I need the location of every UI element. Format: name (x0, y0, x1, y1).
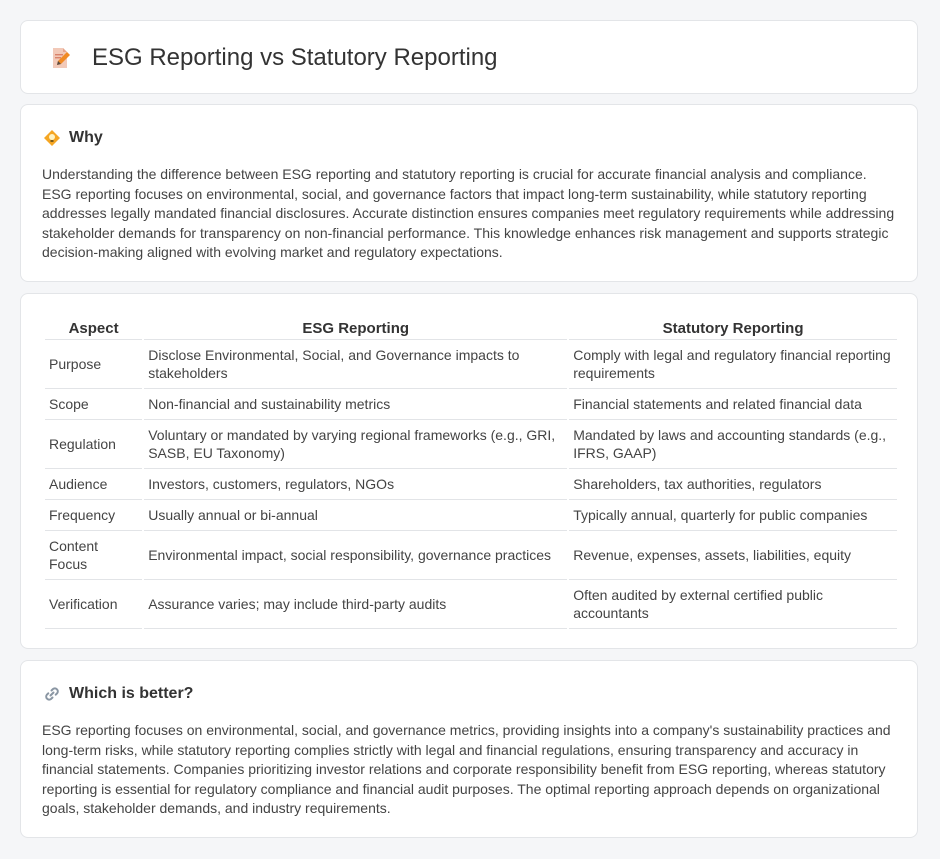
aspect-cell: Purpose (45, 340, 143, 389)
table-row: Content Focus Environmental impact, soci… (45, 531, 897, 580)
comparison-table: Aspect ESG Reporting Statutory Reporting… (43, 315, 899, 629)
aspect-cell: Frequency (45, 500, 143, 531)
lightbulb-icon (43, 129, 61, 147)
statutory-cell: Revenue, expenses, assets, liabilities, … (569, 531, 897, 580)
comparison-table-card: Aspect ESG Reporting Statutory Reporting… (20, 293, 918, 649)
column-header-statutory: Statutory Reporting (569, 315, 897, 340)
better-body: ESG reporting focuses on environmental, … (42, 722, 891, 817)
aspect-cell: Regulation (45, 420, 143, 469)
document-edit-icon (48, 46, 72, 70)
esg-cell: Disclose Environmental, Social, and Gove… (144, 340, 568, 389)
why-section: Why Understanding the difference between… (20, 104, 918, 282)
header-card: ESG Reporting vs Statutory Reporting (20, 20, 918, 94)
esg-cell: Voluntary or mandated by varying regiona… (144, 420, 568, 469)
esg-cell: Assurance varies; may include third-part… (144, 580, 568, 629)
table-header-row: Aspect ESG Reporting Statutory Reporting (45, 315, 897, 340)
esg-cell: Environmental impact, social responsibil… (144, 531, 568, 580)
statutory-cell: Shareholders, tax authorities, regulator… (569, 469, 897, 500)
table-row: Scope Non-financial and sustainability m… (45, 389, 897, 420)
table-row: Verification Assurance varies; may inclu… (45, 580, 897, 629)
table-row: Regulation Voluntary or mandated by vary… (45, 420, 897, 469)
esg-cell: Usually annual or bi-annual (144, 500, 568, 531)
why-body: Understanding the difference between ESG… (42, 166, 895, 261)
statutory-cell: Financial statements and related financi… (569, 389, 897, 420)
better-title: Which is better? (69, 685, 194, 702)
better-header: Which is better? (43, 683, 193, 705)
column-header-esg: ESG Reporting (144, 315, 568, 340)
page-title: ESG Reporting vs Statutory Reporting (92, 44, 498, 71)
table-row: Frequency Usually annual or bi-annual Ty… (45, 500, 897, 531)
why-title: Why (69, 129, 103, 146)
aspect-cell: Audience (45, 469, 143, 500)
why-header: Why (43, 127, 103, 149)
which-is-better-section: Which is better? ESG reporting focuses o… (20, 660, 918, 838)
statutory-cell: Mandated by laws and accounting standard… (569, 420, 897, 469)
link-icon (43, 685, 61, 703)
aspect-cell: Scope (45, 389, 143, 420)
table-row: Audience Investors, customers, regulator… (45, 469, 897, 500)
statutory-cell: Comply with legal and regulatory financi… (569, 340, 897, 389)
table-row: Purpose Disclose Environmental, Social, … (45, 340, 897, 389)
aspect-cell: Content Focus (45, 531, 143, 580)
column-header-aspect: Aspect (45, 315, 143, 340)
esg-cell: Non-financial and sustainability metrics (144, 389, 568, 420)
statutory-cell: Often audited by external certified publ… (569, 580, 897, 629)
statutory-cell: Typically annual, quarterly for public c… (569, 500, 897, 531)
aspect-cell: Verification (45, 580, 143, 629)
esg-cell: Investors, customers, regulators, NGOs (144, 469, 568, 500)
